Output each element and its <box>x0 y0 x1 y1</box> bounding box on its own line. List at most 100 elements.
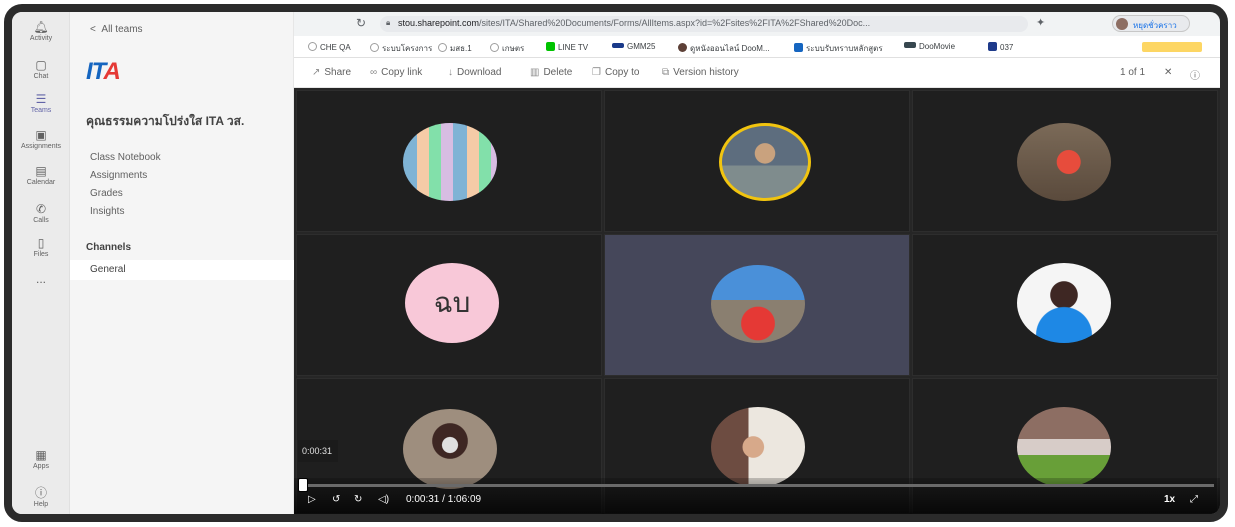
rail-more[interactable]: ... <box>12 272 70 286</box>
bookmark-item[interactable]: DooMovie <box>904 42 955 51</box>
rail-teams[interactable]: ☰ Teams <box>12 92 70 114</box>
more-icon: ... <box>35 272 46 286</box>
tab-insights[interactable]: Insights <box>90 206 124 217</box>
copy-link-button[interactable]: ∞ Copy link <box>370 67 422 78</box>
screen-frame: 🔔︎ Activity ▢ Chat ☰ Teams ▣ Assignments… <box>4 4 1228 522</box>
channels-heading: Channels <box>86 242 132 253</box>
trash-icon: ▥ <box>530 67 540 78</box>
bell-icon: 🔔︎ <box>33 20 49 34</box>
play-icon[interactable]: ▷ <box>308 494 316 505</box>
profile-button[interactable]: หยุดชั่วคราว <box>1112 15 1190 32</box>
bookmark-item[interactable]: มสธ.1 <box>438 42 472 55</box>
reload-icon[interactable]: ↻ <box>356 16 366 30</box>
download-icon: ↓ <box>448 67 453 78</box>
download-button[interactable]: ↓ Download <box>448 67 501 78</box>
player-controls: ▷ ↺ ↻ ◁) 0:00:31 / 1:06:09 1x ⤢ <box>294 478 1220 514</box>
rail-apps[interactable]: ▦ Apps <box>12 448 70 470</box>
file-viewer-toolbar: ↗ Share ∞ Copy link ↓ Download ▥ Delete ❐ Cop… <box>294 58 1220 88</box>
globe-icon <box>370 43 379 52</box>
lock-icon: 🔒︎ <box>386 18 391 27</box>
participant-tile <box>912 234 1218 376</box>
rail-calendar[interactable]: ▤ Calendar <box>12 164 70 186</box>
line-tv-icon <box>546 42 555 51</box>
chevron-left-icon: < <box>90 24 102 35</box>
curriculum-icon <box>794 43 803 52</box>
phone-icon: ✆ <box>35 202 47 216</box>
close-icon[interactable]: ✕ <box>1164 67 1172 78</box>
assignments-icon: ▣ <box>35 128 47 142</box>
tab-grades[interactable]: Grades <box>90 188 123 199</box>
participant-avatar <box>403 123 497 201</box>
participant-avatar <box>719 123 811 201</box>
chat-icon: ▢ <box>35 58 47 72</box>
grid-icon <box>988 42 997 51</box>
channel-general[interactable]: General <box>70 260 294 280</box>
bookmark-item[interactable]: CHE QA <box>308 42 351 52</box>
participant-avatar <box>1017 407 1111 487</box>
browser-toolbar: ↻ 🔒︎ stou.sharepoint.com/sites/ITA/Share… <box>294 12 1220 36</box>
forward-10-icon[interactable]: ↻ <box>354 494 362 505</box>
team-logo: ITA <box>86 58 121 85</box>
calendar-icon: ▤ <box>35 164 47 178</box>
participant-tile: ฉบ <box>296 234 602 376</box>
share-icon: ↗ <box>312 67 321 78</box>
apps-icon: ▦ <box>35 448 47 462</box>
team-name: คุณธรรมความโปร่งใส ITA วส. <box>86 114 245 128</box>
team-panel: < All teams ITA คุณธรรมความโปร่งใส ITA ว… <box>70 12 294 514</box>
globe-icon <box>308 42 317 51</box>
globe-icon <box>490 43 499 52</box>
fullscreen-icon[interactable]: ⤢ <box>1190 494 1198 505</box>
address-bar[interactable]: 🔒︎ stou.sharepoint.com/sites/ITA/Shared%… <box>380 16 1028 32</box>
bookmark-item[interactable]: 037 <box>988 42 1013 52</box>
playback-speed-button[interactable]: 1x <box>1164 494 1175 505</box>
rail-activity[interactable]: 🔔︎ Activity <box>12 20 70 42</box>
delete-button[interactable]: ▥ Delete <box>530 67 572 78</box>
all-teams-link[interactable]: < All teams <box>90 24 143 35</box>
rail-calls[interactable]: ✆ Calls <box>12 202 70 224</box>
gmm25-icon <box>612 43 624 48</box>
teams-icon: ☰ <box>35 92 47 106</box>
participant-avatar <box>711 407 805 487</box>
bookmark-item[interactable]: LINE TV <box>546 42 588 52</box>
browser-window: ↻ 🔒︎ stou.sharepoint.com/sites/ITA/Share… <box>294 12 1220 514</box>
bookmarks-bar: CHE QA ระบบโครงการ มสธ.1 เกษตร LINE TV G… <box>294 36 1220 58</box>
bookmark-item[interactable]: ระบบโครงการ <box>370 42 432 55</box>
avatar <box>1116 18 1128 30</box>
hover-time-tooltip: 0:00:31 <box>298 440 338 462</box>
info-icon[interactable]: ⓘ <box>1190 67 1200 82</box>
bookmark-item[interactable]: GMM25 <box>612 42 655 51</box>
tab-class-notebook[interactable]: Class Notebook <box>90 152 161 163</box>
volume-icon[interactable]: ◁) <box>378 494 389 505</box>
rail-help[interactable]: ⓘ Help <box>12 486 70 508</box>
tab-assignments[interactable]: Assignments <box>90 170 147 181</box>
extensions-icon[interactable]: ✦ <box>1036 16 1045 29</box>
copy-icon: ❐ <box>592 67 601 78</box>
history-icon: ⧉ <box>662 67 670 78</box>
version-history-button[interactable]: ⧉ Version history <box>662 67 739 78</box>
participant-avatar <box>403 409 497 489</box>
seek-handle[interactable] <box>298 478 308 492</box>
participant-tile <box>604 90 910 232</box>
share-button[interactable]: ↗ Share <box>312 67 351 78</box>
participant-tile-active <box>604 234 910 376</box>
rail-assignments[interactable]: ▣ Assignments <box>12 128 70 150</box>
bookmark-folder-icon[interactable] <box>1142 42 1202 52</box>
time-display: 0:00:31 / 1:06:09 <box>406 494 482 505</box>
rail-files[interactable]: ▯ Files <box>12 236 70 258</box>
rail-chat[interactable]: ▢ Chat <box>12 58 70 80</box>
page-count: 1 of 1 <box>1120 67 1146 78</box>
help-icon: ⓘ <box>34 486 47 500</box>
bookmark-item[interactable]: ดูหนังออนไลน์ DooM... <box>678 42 770 55</box>
rewind-10-icon[interactable]: ↺ <box>332 494 340 505</box>
participant-avatar <box>711 265 805 343</box>
progress-bar[interactable] <box>300 484 1214 487</box>
link-icon: ∞ <box>370 67 378 78</box>
bookmark-item[interactable]: ระบบรับทราบหลักสูตร <box>794 42 883 55</box>
globe-icon <box>438 43 447 52</box>
bookmark-item[interactable]: เกษตร <box>490 42 524 55</box>
movie-icon <box>678 43 687 52</box>
video-player[interactable]: ฉบ 0:00:31 ▷ ↺ ↻ ◁) 0:00:31 / 1:06:09 1x… <box>294 88 1220 514</box>
doomovie-icon <box>904 42 916 48</box>
copy-to-button[interactable]: ❐ Copy to <box>592 67 639 78</box>
participant-avatar <box>1017 263 1111 343</box>
